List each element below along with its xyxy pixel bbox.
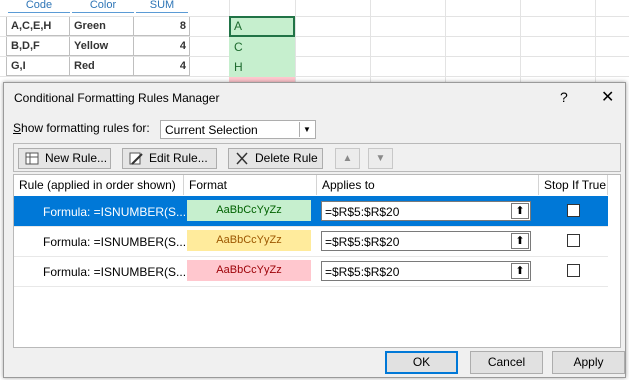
stop-if-true-checkbox[interactable]	[567, 234, 580, 247]
move-down-button[interactable]: ▼	[368, 148, 393, 169]
format-preview: AaBbCcYyZz	[187, 200, 311, 221]
show-rules-select[interactable]: Current Selection ▼	[160, 120, 316, 139]
highlighted-cell[interactable]: C	[229, 37, 295, 57]
dialog-title: Conditional Formatting Rules Manager	[14, 91, 220, 105]
collapse-range-icon[interactable]: ⬆	[511, 233, 529, 249]
gridline	[445, 0, 446, 84]
gridline	[595, 0, 596, 84]
applies-to-input[interactable]: =$R$5:$R$20 ⬆	[321, 231, 531, 251]
column-header-rule: Rule (applied in order shown)	[14, 175, 184, 195]
cell-code[interactable]: G,I	[6, 57, 70, 76]
gridline	[520, 0, 521, 84]
apply-button[interactable]: Apply	[552, 351, 625, 374]
applies-to-input[interactable]: =$R$5:$R$20 ⬆	[321, 261, 531, 281]
cell-sum[interactable]: 4	[134, 57, 190, 76]
move-up-button[interactable]: ▲	[335, 148, 360, 169]
gridline	[0, 76, 629, 77]
highlighted-cell-active[interactable]: A	[229, 16, 295, 37]
cell-code[interactable]: B,D,F	[6, 37, 70, 56]
edit-rule-icon	[129, 152, 143, 165]
cell-code[interactable]: A,C,E,H	[6, 17, 70, 36]
move-up-icon: ▲	[342, 153, 353, 164]
edit-rule-button[interactable]: Edit Rule...	[122, 148, 217, 169]
column-header-applies-to: Applies to	[317, 175, 539, 195]
rules-table: Rule (applied in order shown) Format App…	[13, 174, 621, 348]
new-rule-icon	[25, 152, 39, 165]
cell-sum[interactable]: 8	[134, 17, 190, 36]
rule-row[interactable]: Formula: =ISNUMBER(S... AaBbCcYyZz =$R$5…	[14, 256, 608, 286]
conditional-formatting-dialog: Conditional Formatting Rules Manager ? ✕…	[3, 82, 626, 378]
gridline	[295, 0, 296, 84]
new-rule-label: New Rule...	[45, 151, 108, 165]
rules-toolbar: New Rule... Edit Rule... Delete Rule ▲ ▼	[13, 143, 621, 172]
collapse-range-icon[interactable]: ⬆	[511, 263, 529, 279]
column-header-format: Format	[184, 175, 317, 195]
applies-to-value: =$R$5:$R$20	[325, 265, 400, 279]
rule-row[interactable]: Formula: =ISNUMBER(S... AaBbCcYyZz =$R$5…	[14, 226, 608, 256]
rule-formula: Formula: =ISNUMBER(S...	[43, 235, 187, 249]
column-header-code[interactable]: Code	[8, 0, 70, 13]
applies-to-value: =$R$5:$R$20	[325, 205, 400, 219]
column-header-color[interactable]: Color	[72, 0, 134, 13]
stop-if-true-checkbox[interactable]	[567, 204, 580, 217]
applies-to-value: =$R$5:$R$20	[325, 235, 400, 249]
rule-row-selected[interactable]: Formula: =ISNUMBER(S... AaBbCcYyZz =$R$5…	[14, 196, 608, 226]
rule-formula: Formula: =ISNUMBER(S...	[43, 205, 187, 219]
chevron-down-icon[interactable]: ▼	[299, 122, 314, 137]
format-preview: AaBbCcYyZz	[187, 260, 311, 281]
cell-sum[interactable]: 4	[134, 37, 190, 56]
stop-if-true-checkbox[interactable]	[567, 264, 580, 277]
cancel-button[interactable]: Cancel	[470, 351, 543, 374]
applies-to-input[interactable]: =$R$5:$R$20 ⬆	[321, 201, 531, 221]
rule-formula: Formula: =ISNUMBER(S...	[43, 265, 187, 279]
delete-rule-button[interactable]: Delete Rule	[228, 148, 323, 169]
edit-rule-label: Edit Rule...	[149, 151, 208, 165]
cell-color[interactable]: Red	[70, 57, 134, 76]
cell-color[interactable]: Yellow	[70, 37, 134, 56]
column-header-sum[interactable]: SUM	[136, 0, 188, 13]
delete-x-icon	[235, 152, 249, 165]
new-rule-button[interactable]: New Rule...	[18, 148, 111, 169]
column-header-stop-if-true: Stop If True	[539, 175, 608, 195]
spreadsheet-background: Code Color SUM A,C,E,H Green 8 B,D,F Yel…	[0, 0, 629, 84]
format-preview: AaBbCcYyZz	[187, 230, 311, 251]
delete-rule-label: Delete Rule	[255, 151, 318, 165]
ok-button[interactable]: OK	[385, 351, 458, 374]
highlighted-cell[interactable]: H	[229, 57, 295, 77]
gridline	[370, 0, 371, 84]
move-down-icon: ▼	[375, 153, 386, 164]
collapse-range-icon[interactable]: ⬆	[511, 203, 529, 219]
cell-color[interactable]: Green	[70, 17, 134, 36]
help-icon[interactable]: ?	[560, 89, 568, 105]
close-icon[interactable]: ✕	[601, 87, 614, 107]
row-separator	[14, 286, 608, 287]
show-rules-label: Show formatting rules for:	[13, 121, 150, 135]
show-rules-value: Current Selection	[165, 123, 258, 137]
